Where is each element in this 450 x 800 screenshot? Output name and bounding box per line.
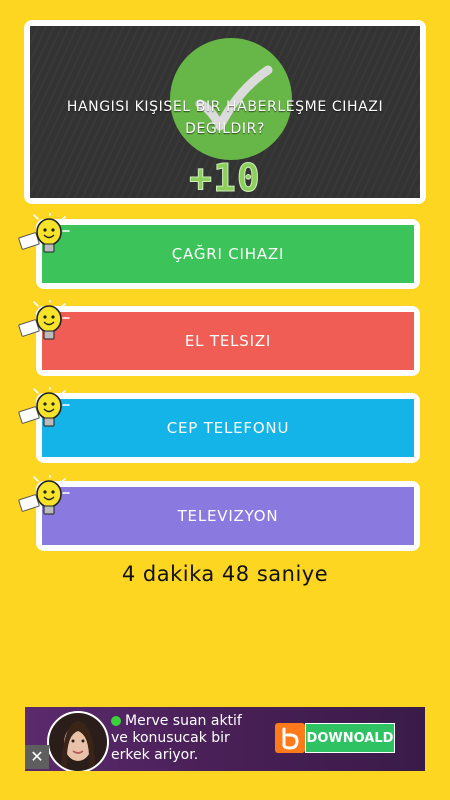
lightbulb-hint-icon[interactable]: [16, 387, 70, 433]
app-logo-icon: [275, 723, 305, 753]
answer-option-label: CEP TELEFONU: [42, 399, 414, 457]
answer-option-label: TELEVIZYON: [42, 487, 414, 545]
answer-option-label: ÇAĞRI CIHAZI: [42, 225, 414, 283]
lightbulb-hint-icon[interactable]: [16, 213, 70, 259]
countdown-timer: 4 dakika 48 saniye: [121, 562, 329, 586]
ad-line-2: ve konusucak bir: [111, 730, 230, 746]
download-button[interactable]: DOWNOALD: [275, 723, 425, 753]
answer-option-3[interactable]: CEP TELEFONU: [36, 393, 420, 463]
question-card: HANGISI KIŞISEL BIR HABERLEŞME CIHAZI DE…: [24, 20, 426, 204]
ad-line-1: Merve suan aktif: [125, 713, 242, 729]
question-text: HANGISI KIŞISEL BIR HABERLEŞME CIHAZI DE…: [66, 99, 384, 137]
bonus-points: +10: [189, 156, 261, 201]
answer-option-1[interactable]: ÇAĞRI CIHAZI: [36, 219, 420, 289]
lightbulb-hint-icon[interactable]: [16, 300, 70, 346]
lightbulb-hint-icon[interactable]: [16, 475, 70, 521]
answer-option-4[interactable]: TELEVIZYON: [36, 481, 420, 551]
answer-option-2[interactable]: EL TELSIZI: [36, 306, 420, 376]
chalkboard: HANGISI KIŞISEL BIR HABERLEŞME CIHAZI DE…: [30, 26, 420, 201]
ad-line-3: erkek ariyor.: [111, 747, 199, 763]
answer-option-label: EL TELSIZI: [42, 312, 414, 370]
ad-banner[interactable]: Merve suan aktif ve konusucak bir erkek …: [25, 707, 425, 771]
online-status-icon: [111, 716, 121, 726]
download-button-label: DOWNOALD: [305, 723, 395, 753]
avatar: [47, 711, 109, 771]
close-icon[interactable]: ✕: [25, 745, 49, 769]
ad-message: Merve suan aktif ve konusucak bir erkek …: [111, 713, 301, 764]
